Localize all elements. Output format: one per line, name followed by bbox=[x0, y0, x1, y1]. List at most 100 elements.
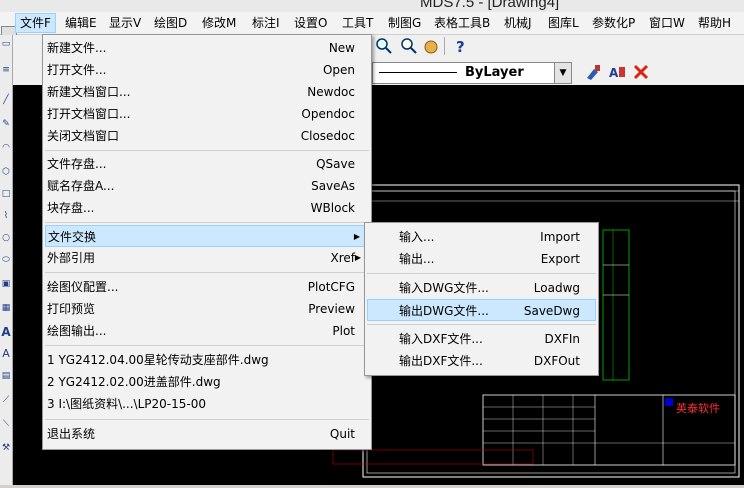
hatch-tool-icon[interactable]: ▦ bbox=[1, 303, 11, 313]
menu-item-shortcut: Export bbox=[540, 252, 580, 266]
file-menu-item-opendoc[interactable]: 打开文档窗口... Opendoc bbox=[45, 103, 369, 125]
company-name: 英泰软件 bbox=[676, 401, 720, 415]
menu-item-label: 3 I:\图纸资料\...\LP20-15-00 bbox=[47, 397, 206, 411]
polyline-tool-icon[interactable]: ⌇ bbox=[1, 211, 11, 221]
pencil-icon[interactable]: ✎ bbox=[1, 119, 11, 129]
menu-item-label: 打印预览 bbox=[47, 302, 96, 316]
leader-tool-icon[interactable]: ⟍ bbox=[1, 419, 11, 429]
zoom-window-icon[interactable] bbox=[400, 37, 418, 55]
exchange-item-savedwg[interactable]: 输出DWG文件... SaveDwg bbox=[367, 299, 596, 321]
menu-item-label: 输出DXF文件... bbox=[399, 354, 483, 368]
file-menu-item-qsave[interactable]: 文件存盘... QSave bbox=[45, 153, 369, 175]
layer-brush-icon[interactable] bbox=[584, 63, 602, 81]
menu-item-shortcut: SaveDwg bbox=[523, 304, 580, 318]
menu-item-label: 关闭文档窗口 bbox=[47, 129, 120, 143]
ellipse-tool-icon[interactable]: ⬭ bbox=[1, 255, 11, 265]
menu-item-label: 输入... bbox=[399, 230, 435, 244]
menu-item-label: 输入DWG文件... bbox=[399, 281, 489, 295]
menu-item-shortcut: Open bbox=[322, 63, 355, 77]
wrench-icon[interactable]: ⚒ bbox=[1, 443, 11, 453]
menu-separator bbox=[367, 273, 596, 274]
file-menu-item-xref[interactable]: 外部引用 Xref ▶ bbox=[45, 247, 369, 269]
menu-file[interactable]: 文件F bbox=[15, 13, 56, 33]
menu-item-label: 绘图输出... bbox=[47, 324, 107, 338]
table-tool-icon[interactable]: ▤ bbox=[1, 371, 11, 381]
dimension-tool-icon[interactable]: ⟋ bbox=[1, 395, 11, 405]
menu-settings[interactable]: 设置O bbox=[290, 14, 331, 32]
menu-edit[interactable]: 编辑E bbox=[61, 14, 101, 32]
menu-item-shortcut: DXFIn bbox=[544, 332, 580, 346]
svg-text:A: A bbox=[609, 66, 619, 80]
exchange-item-import[interactable]: 输入... Import bbox=[367, 226, 596, 248]
menu-item-shortcut: New bbox=[328, 41, 355, 55]
exchange-item-export[interactable]: 输出... Export bbox=[367, 248, 596, 270]
polygon-tool-icon[interactable]: ⬡ bbox=[1, 167, 11, 177]
insert-block-icon[interactable]: ▣ bbox=[1, 279, 11, 289]
arc-tool-icon[interactable]: ◠ bbox=[1, 143, 11, 153]
frame-top-strip bbox=[362, 190, 740, 202]
file-menu-item-recent-3[interactable]: 3 I:\图纸资料\...\LP20-15-00 bbox=[45, 393, 369, 415]
layer-icon[interactable]: ≡ bbox=[1, 65, 11, 75]
help-icon[interactable]: ? bbox=[452, 37, 470, 56]
menu-item-shortcut: Xref bbox=[330, 251, 356, 265]
menu-view[interactable]: 显示V bbox=[105, 14, 145, 32]
layer-linetype-combo[interactable]: ByLayer ▼ bbox=[372, 62, 572, 84]
menu-item-label: 绘图仪配置... bbox=[47, 280, 119, 294]
delete-x-icon[interactable] bbox=[632, 63, 650, 81]
file-menu-item-plotcfg[interactable]: 绘图仪配置... PlotCFG bbox=[45, 276, 369, 298]
menu-mechanical[interactable]: 机械J bbox=[500, 14, 536, 32]
new-file-icon[interactable]: ▭ bbox=[1, 39, 11, 49]
menu-separator bbox=[45, 272, 369, 273]
text-tool-icon[interactable]: A bbox=[1, 325, 11, 339]
chevron-down-icon[interactable]: ▼ bbox=[554, 63, 571, 83]
pan-hand-icon[interactable] bbox=[422, 37, 440, 55]
menu-help[interactable]: 帮助H bbox=[694, 14, 735, 32]
file-menu-item-plot[interactable]: 绘图输出... Plot bbox=[45, 320, 369, 342]
file-menu-item-preview[interactable]: 打印预览 Preview bbox=[45, 298, 369, 320]
menu-item-label: 1 YG2412.04.00星轮传动支座部件.dwg bbox=[47, 353, 269, 367]
menu-separator bbox=[45, 345, 369, 346]
zoom-icon[interactable] bbox=[375, 37, 393, 55]
rectangle-tool-icon[interactable]: □ bbox=[1, 189, 11, 199]
menu-modify[interactable]: 修改M bbox=[198, 14, 240, 32]
file-menu-item-closedoc[interactable]: 关闭文档窗口 Closedoc bbox=[45, 125, 369, 147]
menu-library[interactable]: 图库L bbox=[544, 14, 583, 32]
exchange-item-loaddwg[interactable]: 输入DWG文件... Loadwg bbox=[367, 277, 596, 299]
menu-item-label: 2 YG2412.02.00进盖部件.dwg bbox=[47, 375, 221, 389]
mtext-tool-icon[interactable]: A bbox=[1, 347, 11, 360]
file-menu-item-open[interactable]: 打开文件... Open bbox=[45, 59, 369, 81]
file-menu-item-saveas[interactable]: 赋名存盘A... SaveAs bbox=[45, 175, 369, 197]
file-menu-item-newdoc[interactable]: 新建文档窗口... Newdoc bbox=[45, 81, 369, 103]
menu-table-tools[interactable]: 表格工具B bbox=[430, 14, 494, 32]
menu-parametric[interactable]: 参数化P bbox=[588, 14, 639, 32]
text-style-icon[interactable]: A bbox=[608, 63, 626, 81]
menu-item-shortcut: Loadwg bbox=[533, 281, 580, 295]
menu-item-shortcut: Closedoc bbox=[300, 129, 355, 143]
menu-dimension[interactable]: 标注I bbox=[248, 14, 284, 32]
exchange-item-dxfin[interactable]: 输入DXF文件... DXFIn bbox=[367, 328, 596, 350]
menu-separator bbox=[45, 222, 369, 223]
exchange-submenu: 输入... Import 输出... Export 输入DWG文件... Loadwg… bbox=[364, 222, 599, 376]
file-menu-item-wblock[interactable]: 块存盘... WBlock bbox=[45, 197, 369, 219]
menu-item-shortcut: Import bbox=[540, 230, 580, 244]
menu-item-shortcut: Opendoc bbox=[301, 107, 355, 121]
file-menu-item-recent-1[interactable]: 1 YG2412.04.00星轮传动支座部件.dwg bbox=[45, 349, 369, 371]
menu-separator bbox=[45, 150, 369, 151]
file-menu-item-exchange[interactable]: 文件交换 ▶ bbox=[45, 225, 369, 247]
exchange-item-dxfout[interactable]: 输出DXF文件... DXFOut bbox=[367, 350, 596, 372]
window-title: MDS7.5 - [Drawing4] bbox=[420, 0, 560, 11]
line-tool-icon[interactable]: ╱ bbox=[1, 95, 11, 105]
file-menu-item-new[interactable]: 新建文件... New bbox=[45, 37, 369, 59]
menu-item-shortcut: PlotCFG bbox=[307, 280, 355, 294]
file-menu-item-recent-2[interactable]: 2 YG2412.02.00进盖部件.dwg bbox=[45, 371, 369, 393]
menu-window[interactable]: 窗口W bbox=[645, 14, 689, 32]
toolbar-separator bbox=[444, 37, 445, 55]
menu-drafting[interactable]: 制图G bbox=[384, 14, 425, 32]
submenu-arrow-icon: ▶ bbox=[353, 232, 360, 241]
menu-tools[interactable]: 工具T bbox=[338, 14, 377, 32]
file-menu-item-quit[interactable]: 退出系统 Quit bbox=[45, 423, 369, 445]
menu-draw[interactable]: 绘图D bbox=[150, 14, 191, 32]
circle-tool-icon[interactable]: ○ bbox=[1, 233, 11, 243]
layer-combo-value: ByLayer bbox=[465, 65, 524, 80]
menu-item-shortcut: QSave bbox=[316, 157, 355, 171]
